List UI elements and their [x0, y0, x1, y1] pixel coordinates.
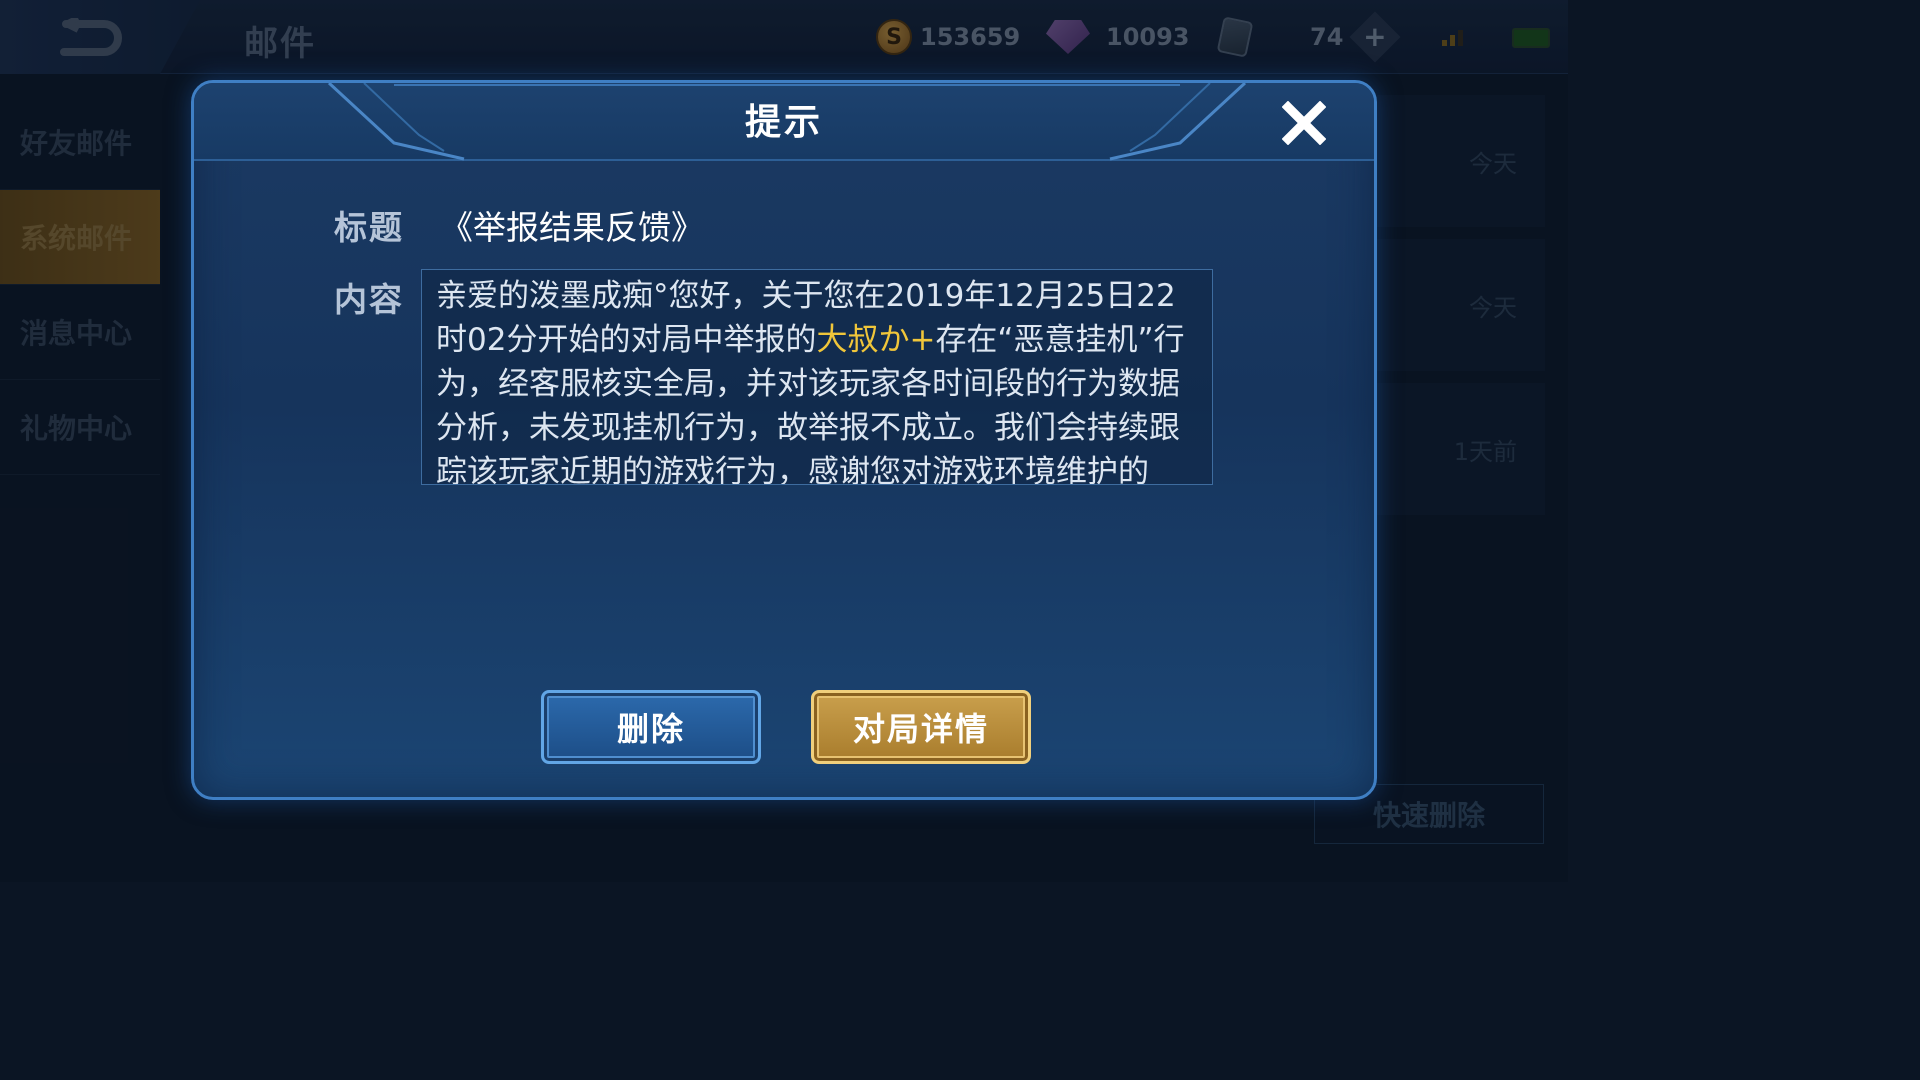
close-button[interactable] — [1278, 97, 1330, 149]
close-icon — [1282, 101, 1326, 145]
notice-dialog: 提示 标题 《举报结果反馈》 内容 亲爱的泼墨成痴°您好，关于您在2019年12… — [191, 80, 1377, 800]
subject-value: 《举报结果反馈》 — [440, 208, 704, 247]
dialog-title: 提示 — [744, 102, 823, 143]
content-scroll-area[interactable]: 亲爱的泼墨成痴°您好，关于您在2019年12月25日22时02分开始的对局中举报… — [421, 269, 1213, 485]
delete-button[interactable]: 删除 — [541, 690, 761, 764]
subject-label: 标题 — [334, 208, 404, 247]
reported-player-name: 大叔か+ — [816, 322, 936, 358]
content-text: 亲爱的泼墨成痴°您好，关于您在2019年12月25日22时02分开始的对局中举报… — [436, 278, 1185, 485]
match-details-button[interactable]: 对局详情 — [811, 690, 1031, 764]
content-label: 内容 — [334, 280, 404, 319]
dialog-header: 提示 — [194, 83, 1374, 161]
